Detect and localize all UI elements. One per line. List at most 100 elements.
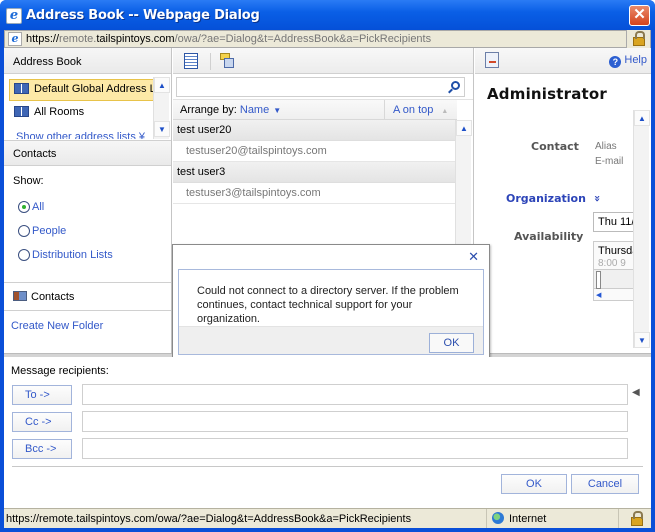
radio-checked-icon (18, 201, 30, 213)
url-path: /owa/?ae=Dialog&t=AddressBook&a=PickReci… (174, 33, 432, 45)
url-scheme: https:// (26, 33, 60, 45)
scroll-up-icon[interactable]: ▲ (154, 77, 170, 93)
scroll-up-icon[interactable]: ▲ (634, 110, 650, 126)
error-dialog: ✕ Could not connect to a directory serve… (172, 244, 490, 366)
address-book-item-all-rooms[interactable]: All Rooms (9, 102, 154, 124)
sort-ascending-icon: ▲ (441, 108, 449, 115)
view-list-icon[interactable] (184, 53, 198, 69)
contacts-header: Contacts (4, 140, 171, 166)
arrange-by-label: Arrange by: (180, 104, 237, 116)
help-label: Help (624, 54, 647, 66)
contacts-folder-icon (13, 291, 27, 301)
result-email-row[interactable]: testuser20@tailspintoys.com (173, 141, 457, 162)
result-email-row[interactable]: testuser3@tailspintoys.com (173, 183, 457, 204)
arrange-by: Arrange by: Name ▼ (180, 104, 281, 116)
ie-icon: e (6, 8, 22, 24)
error-message: Could not connect to a directory server.… (197, 285, 459, 325)
search-box (176, 77, 465, 97)
search-area (173, 74, 473, 100)
address-book-scrollbar[interactable]: ▲ ▼ (153, 77, 170, 139)
cancel-button[interactable]: Cancel (571, 474, 639, 494)
scroll-left-icon[interactable]: ◀ (596, 291, 606, 300)
search-icon[interactable] (451, 81, 460, 90)
result-name-row[interactable]: test user20 (173, 120, 457, 141)
contact-section-label: Contact (531, 140, 579, 153)
new-message-to-contact-icon[interactable] (220, 53, 235, 68)
page-icon: e (8, 32, 22, 46)
result-name-row[interactable]: test user3 (173, 162, 457, 183)
error-dialog-close-icon[interactable]: ✕ (468, 250, 479, 263)
help-link[interactable]: ? Help (609, 54, 647, 68)
to-button[interactable]: To -> (12, 385, 72, 405)
availability-schedule: Thursday 8:00 9 ◀ (593, 241, 637, 301)
url-domain: tailspintoys.com (96, 33, 175, 45)
alias-label: Alias (595, 141, 617, 152)
scroll-down-icon[interactable]: ▼ (154, 121, 170, 137)
contact-name: Administrator (487, 85, 608, 103)
error-dialog-footer: OK (179, 326, 483, 354)
filter-label: People (32, 225, 67, 237)
address-book-list: Default Global Address L... All Rooms Sh… (4, 74, 171, 140)
bcc-button[interactable]: Bcc -> (12, 439, 72, 459)
filter-all-radio[interactable]: All (13, 195, 162, 219)
to-input[interactable] (83, 385, 627, 404)
globe-icon (492, 512, 504, 524)
show-other-lists-link[interactable]: Show other address lists ¥ (16, 132, 145, 139)
address-book-header: Address Book (4, 48, 171, 74)
bcc-field (82, 438, 628, 459)
search-input[interactable] (177, 78, 442, 96)
address-bar: e https://remote.tailspintoys.com/owa/?a… (4, 30, 651, 48)
address-url: https://remote.tailspintoys.com/owa/?ae=… (26, 33, 431, 45)
cc-field (82, 411, 628, 432)
arrange-by-bar: Arrange by: Name ▼ A on top ▲ (173, 100, 457, 120)
error-ok-button[interactable]: OK (429, 333, 474, 353)
results-list: test user20 testuser20@tailspintoys.com … (173, 120, 473, 340)
email-label: E-mail (595, 156, 624, 167)
message-recipients: Message recipients: To -> Cc -> Bcc -> ◀ (4, 357, 651, 461)
availability-date-picker[interactable]: Thu 11/5 (593, 212, 637, 232)
address-book-label: Default Global Address L... (34, 83, 154, 95)
radio-unchecked-icon (18, 249, 30, 261)
filter-people-radio[interactable]: People (13, 219, 162, 243)
radio-unchecked-icon (18, 225, 30, 237)
chevron-down-icon[interactable]: ▼ (273, 106, 281, 115)
recipients-label: Message recipients: (11, 365, 109, 377)
address-book-item-default-gal[interactable]: Default Global Address L... (9, 79, 154, 101)
lock-icon (631, 511, 643, 526)
status-lock[interactable] (618, 509, 651, 528)
dialog-window: e Address Book -- Webpage Dialog ✕ e htt… (0, 0, 655, 532)
filter-distribution-lists-radio[interactable]: Distribution Lists (13, 243, 162, 267)
scroll-up-icon[interactable]: ▲ (456, 120, 472, 136)
ok-button[interactable]: OK (501, 474, 567, 494)
show-label: Show: (13, 175, 44, 187)
details-scrollbar[interactable]: ▲ ▼ (633, 110, 650, 348)
schedule-bar (594, 269, 636, 289)
expand-icon: » (590, 194, 604, 203)
security-zone[interactable]: Internet (486, 509, 616, 528)
window-close-button[interactable]: ✕ (629, 5, 650, 26)
print-icon[interactable] (485, 52, 499, 68)
toolbar-separator (210, 53, 211, 70)
schedule-day: Thursday (598, 245, 636, 257)
organization-toggle[interactable]: Organization » (506, 192, 604, 205)
bcc-input[interactable] (83, 439, 627, 458)
window-title: Address Book -- Webpage Dialog (26, 8, 260, 23)
title-bar[interactable]: e Address Book -- Webpage Dialog ✕ (0, 0, 655, 30)
scroll-track (154, 93, 169, 121)
collapse-arrow-icon[interactable]: ◀ (632, 387, 640, 398)
zone-label: Internet (509, 513, 547, 525)
cc-input[interactable] (83, 412, 627, 431)
sort-order-toggle[interactable]: A on top ▲ (384, 100, 457, 120)
security-lock-button[interactable] (626, 30, 650, 48)
contacts-folder[interactable]: Contacts (4, 283, 171, 311)
create-new-folder-link[interactable]: Create New Folder (4, 311, 171, 341)
availability-label: Availability (514, 230, 584, 243)
error-dialog-body: Could not connect to a directory server.… (178, 269, 484, 355)
card-shape (224, 58, 234, 68)
cc-button[interactable]: Cc -> (12, 412, 72, 432)
url-subdomain: remote. (59, 33, 97, 45)
schedule-hour: 8:00 9 (598, 258, 626, 269)
scroll-down-icon[interactable]: ▼ (634, 332, 650, 348)
details-pane: ? Help Administrator Contact Alias E-mail… (475, 48, 651, 383)
arrange-by-dropdown[interactable]: Name (240, 104, 269, 116)
